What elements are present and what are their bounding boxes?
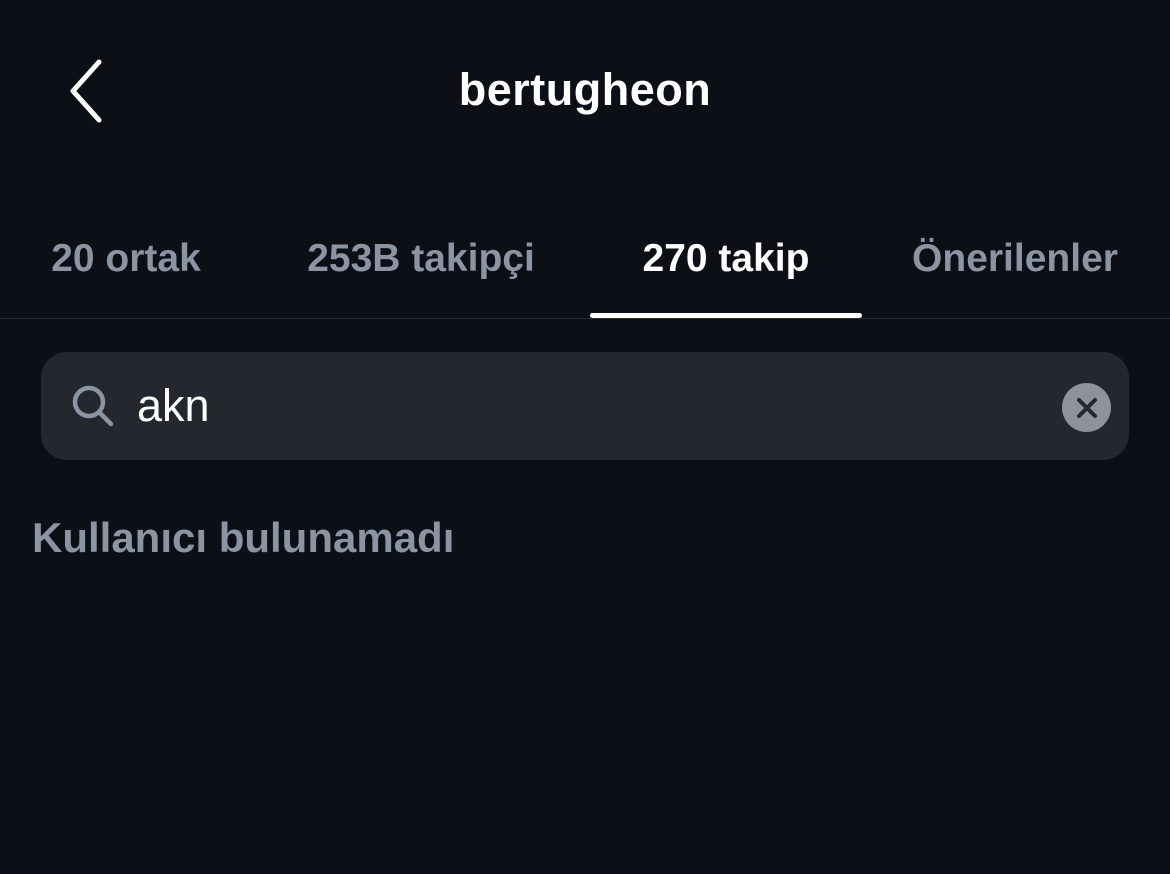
- tab-followers[interactable]: 253B takipçi: [272, 200, 570, 318]
- tab-bar: 20 ortak 253B takipçi 270 takip Önerilen…: [0, 200, 1170, 318]
- search-input[interactable]: [137, 374, 1037, 438]
- tabs-divider: [0, 318, 1170, 319]
- clear-search-button[interactable]: [1062, 383, 1111, 432]
- empty-state-message: Kullanıcı bulunamadı: [32, 514, 455, 561]
- following-screen: bertugheon 20 ortak 253B takipçi 270 tak…: [0, 0, 1170, 874]
- page-title: bertugheon: [458, 64, 712, 115]
- search-icon: [72, 385, 114, 427]
- close-icon: [1076, 397, 1097, 418]
- tab-suggested[interactable]: Önerilenler: [890, 200, 1140, 318]
- header: bertugheon: [0, 0, 1170, 185]
- tab-following[interactable]: 270 takip: [590, 200, 862, 318]
- tab-mutual[interactable]: 20 ortak: [20, 200, 232, 318]
